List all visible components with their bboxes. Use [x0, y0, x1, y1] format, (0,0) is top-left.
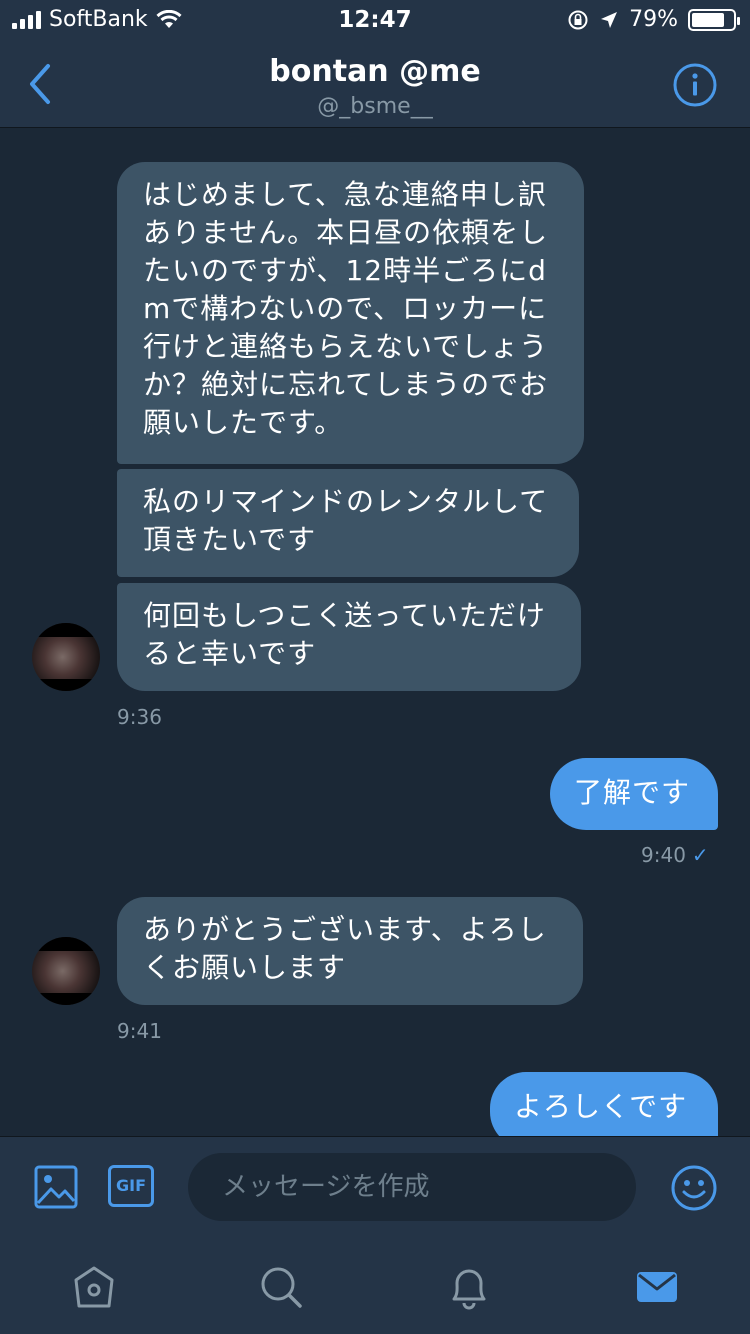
message-list[interactable]: はじめまして、急な連絡申し訳ありません。本日昼の依頼をしたいのですが、12時半ご…: [0, 129, 750, 1136]
notifications-icon[interactable]: [446, 1264, 492, 1310]
tab-bar: [0, 1238, 750, 1334]
timestamp-text: 9:40: [641, 843, 686, 867]
message-text: はじめまして、急な連絡申し訳ありません。本日昼の依頼をしたいのですが、12時半ご…: [143, 178, 549, 439]
message-timestamp: 9:41: [117, 1019, 162, 1043]
message-bubble-incoming[interactable]: ありがとうございます、よろしくお願いします: [117, 897, 583, 1005]
conversation-title: bontan @me: [269, 54, 481, 89]
messages-icon[interactable]: [634, 1264, 680, 1310]
message-text: よろしくです: [514, 1090, 688, 1123]
battery-percent: 79%: [629, 7, 678, 32]
message-text: ありがとうございます、よろしくお願いします: [143, 913, 547, 984]
message-bubble-incoming[interactable]: 私のリマインドのレンタルして頂きたいです: [117, 469, 579, 577]
message-composer: GIF: [0, 1136, 750, 1238]
message-text: 何回もしつこく送っていただけると幸いです: [143, 599, 546, 670]
conversation-handle: @_bsme__: [317, 94, 433, 119]
conversation-header: bontan @me @_bsme__: [0, 40, 750, 128]
message-bubble-incoming[interactable]: 何回もしつこく送っていただけると幸いです: [117, 583, 581, 691]
avatar[interactable]: [32, 937, 100, 1005]
message-bubble-incoming[interactable]: はじめまして、急な連絡申し訳ありません。本日昼の依頼をしたいのですが、12時半ご…: [117, 162, 584, 464]
orientation-lock-icon: [568, 10, 588, 29]
avatar[interactable]: [32, 623, 100, 691]
photo-icon[interactable]: [34, 1165, 78, 1209]
message-input[interactable]: [188, 1153, 636, 1221]
battery-icon: [688, 8, 740, 31]
status-right: 79%: [567, 7, 740, 32]
status-bar: SoftBank 12:47 79%: [0, 0, 750, 40]
home-icon[interactable]: [71, 1264, 117, 1310]
read-check-icon: ✓: [691, 843, 709, 867]
location-icon: [601, 11, 618, 28]
message-timestamp: 9:40 ✓: [641, 843, 709, 867]
message-text: 了解です: [574, 776, 691, 809]
search-icon[interactable]: [258, 1264, 304, 1310]
message-timestamp: 9:36: [117, 705, 162, 729]
emoji-icon[interactable]: [670, 1164, 718, 1212]
gif-button[interactable]: GIF: [108, 1165, 154, 1207]
info-icon[interactable]: [672, 62, 718, 108]
message-text: 私のリマインドのレンタルして頂きたいです: [143, 485, 549, 556]
message-bubble-outgoing[interactable]: 了解です: [550, 758, 718, 830]
message-bubble-outgoing[interactable]: よろしくです: [490, 1072, 718, 1136]
